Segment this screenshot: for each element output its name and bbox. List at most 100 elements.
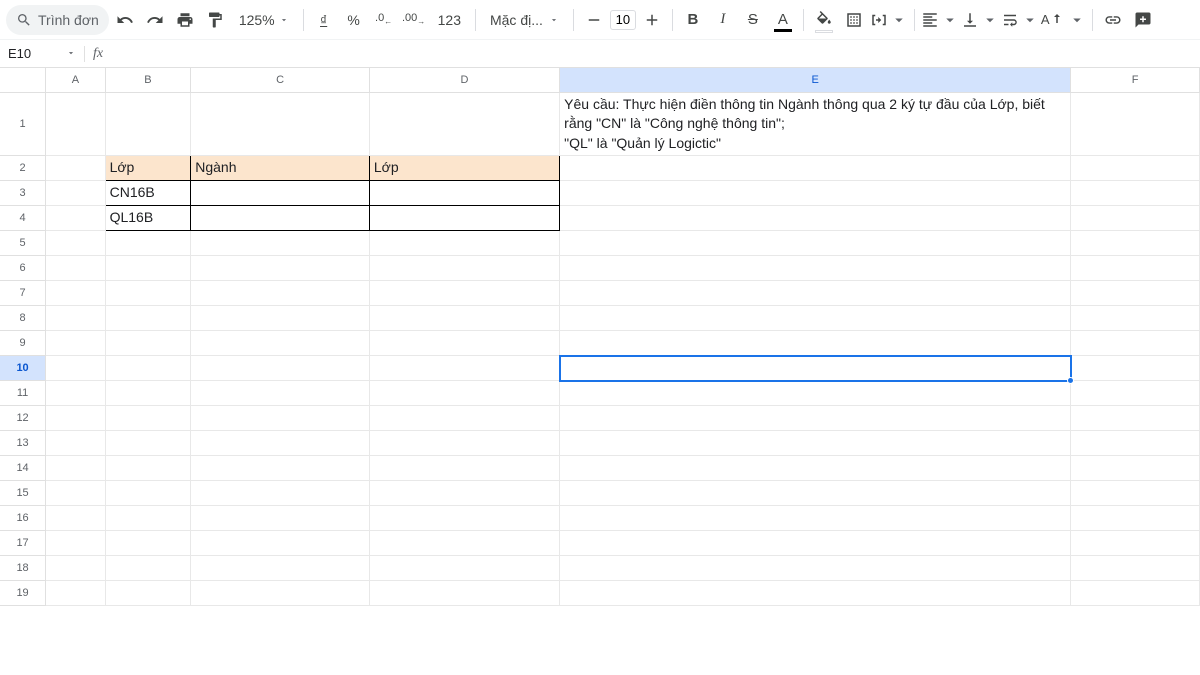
cell[interactable] — [191, 456, 370, 481]
cell[interactable] — [369, 181, 559, 206]
cell[interactable] — [1071, 356, 1200, 381]
font-select[interactable]: Mặc đị... — [482, 12, 567, 28]
bold-button[interactable]: B — [679, 6, 707, 34]
cell[interactable] — [560, 331, 1071, 356]
cell[interactable]: Ngành — [191, 156, 370, 181]
cell[interactable]: Yêu cầu: Thực hiện điền thông tin Ngành … — [560, 92, 1071, 156]
cell[interactable]: Lớp — [369, 156, 559, 181]
cell[interactable] — [1071, 481, 1200, 506]
borders-button[interactable] — [840, 6, 868, 34]
row-header[interactable]: 11 — [0, 381, 46, 406]
cell[interactable] — [369, 381, 559, 406]
cell[interactable] — [1071, 381, 1200, 406]
row-header[interactable]: 6 — [0, 256, 46, 281]
row-header[interactable]: 2 — [0, 156, 46, 181]
cell[interactable] — [46, 381, 105, 406]
decrease-decimal-button[interactable]: .0← — [370, 6, 398, 34]
insert-comment-button[interactable] — [1129, 6, 1157, 34]
cell[interactable] — [191, 92, 370, 156]
cell[interactable] — [191, 531, 370, 556]
cell[interactable] — [369, 281, 559, 306]
cell[interactable] — [369, 431, 559, 456]
cell[interactable] — [1071, 92, 1200, 156]
font-size-input[interactable] — [610, 10, 636, 30]
font-size-increase[interactable] — [638, 6, 666, 34]
cell[interactable] — [46, 231, 105, 256]
text-wrap-button[interactable] — [1001, 6, 1039, 34]
cell[interactable] — [560, 431, 1071, 456]
percent-button[interactable]: % — [340, 6, 368, 34]
cell[interactable] — [191, 431, 370, 456]
strikethrough-button[interactable]: S — [739, 6, 767, 34]
cell[interactable] — [46, 156, 105, 181]
cell[interactable] — [369, 581, 559, 606]
cell[interactable] — [46, 456, 105, 481]
cell[interactable] — [369, 531, 559, 556]
row-header[interactable]: 15 — [0, 481, 46, 506]
cell[interactable] — [191, 281, 370, 306]
cell[interactable] — [560, 531, 1071, 556]
insert-link-button[interactable] — [1099, 6, 1127, 34]
cell[interactable] — [191, 331, 370, 356]
cell[interactable] — [46, 181, 105, 206]
cell[interactable] — [46, 406, 105, 431]
zoom-select[interactable]: 125% — [231, 12, 297, 28]
fill-color-button[interactable] — [810, 6, 838, 34]
cell[interactable] — [560, 556, 1071, 581]
cell[interactable] — [560, 481, 1071, 506]
menu-search[interactable]: Trình đơn — [6, 5, 109, 35]
text-color-button[interactable]: A — [769, 6, 797, 34]
row-header[interactable]: 8 — [0, 306, 46, 331]
row-header[interactable]: 19 — [0, 581, 46, 606]
cell[interactable] — [191, 381, 370, 406]
cell[interactable] — [560, 206, 1071, 231]
cell[interactable] — [369, 206, 559, 231]
row-header[interactable]: 17 — [0, 531, 46, 556]
cell[interactable] — [105, 92, 191, 156]
cell[interactable] — [46, 331, 105, 356]
row-header[interactable]: 18 — [0, 556, 46, 581]
cell[interactable] — [191, 581, 370, 606]
cell[interactable] — [191, 206, 370, 231]
cell[interactable] — [191, 356, 370, 381]
cell[interactable] — [560, 506, 1071, 531]
cell[interactable] — [1071, 256, 1200, 281]
cell[interactable] — [46, 92, 105, 156]
column-header[interactable]: B — [105, 68, 191, 92]
cell[interactable] — [46, 256, 105, 281]
cell[interactable] — [1071, 306, 1200, 331]
cell[interactable] — [46, 206, 105, 231]
row-header[interactable]: 16 — [0, 506, 46, 531]
cell[interactable] — [369, 456, 559, 481]
cell[interactable] — [1071, 331, 1200, 356]
cell[interactable] — [1071, 431, 1200, 456]
column-header[interactable]: D — [369, 68, 559, 92]
cell[interactable] — [191, 256, 370, 281]
cell[interactable] — [1071, 531, 1200, 556]
italic-button[interactable]: I — [709, 6, 737, 34]
row-header[interactable]: 13 — [0, 431, 46, 456]
cell[interactable] — [369, 556, 559, 581]
cell[interactable] — [560, 581, 1071, 606]
cell[interactable]: QL16B — [105, 206, 191, 231]
v-align-button[interactable] — [961, 6, 999, 34]
row-header[interactable]: 7 — [0, 281, 46, 306]
cell[interactable] — [105, 506, 191, 531]
number-format-button[interactable]: 123 — [430, 12, 469, 28]
cell[interactable] — [369, 306, 559, 331]
cell[interactable] — [46, 531, 105, 556]
cell[interactable] — [46, 356, 105, 381]
cell[interactable] — [560, 281, 1071, 306]
cell[interactable] — [46, 306, 105, 331]
undo-button[interactable] — [111, 6, 139, 34]
merge-cells-button[interactable] — [870, 6, 908, 34]
cell[interactable] — [46, 506, 105, 531]
cell[interactable]: CN16B — [105, 181, 191, 206]
cell[interactable] — [105, 281, 191, 306]
cell[interactable] — [191, 231, 370, 256]
row-header[interactable]: 5 — [0, 231, 46, 256]
cell[interactable] — [560, 156, 1071, 181]
cell[interactable] — [369, 331, 559, 356]
increase-decimal-button[interactable]: .00→ — [400, 6, 428, 34]
name-box[interactable]: E10 — [0, 46, 84, 61]
